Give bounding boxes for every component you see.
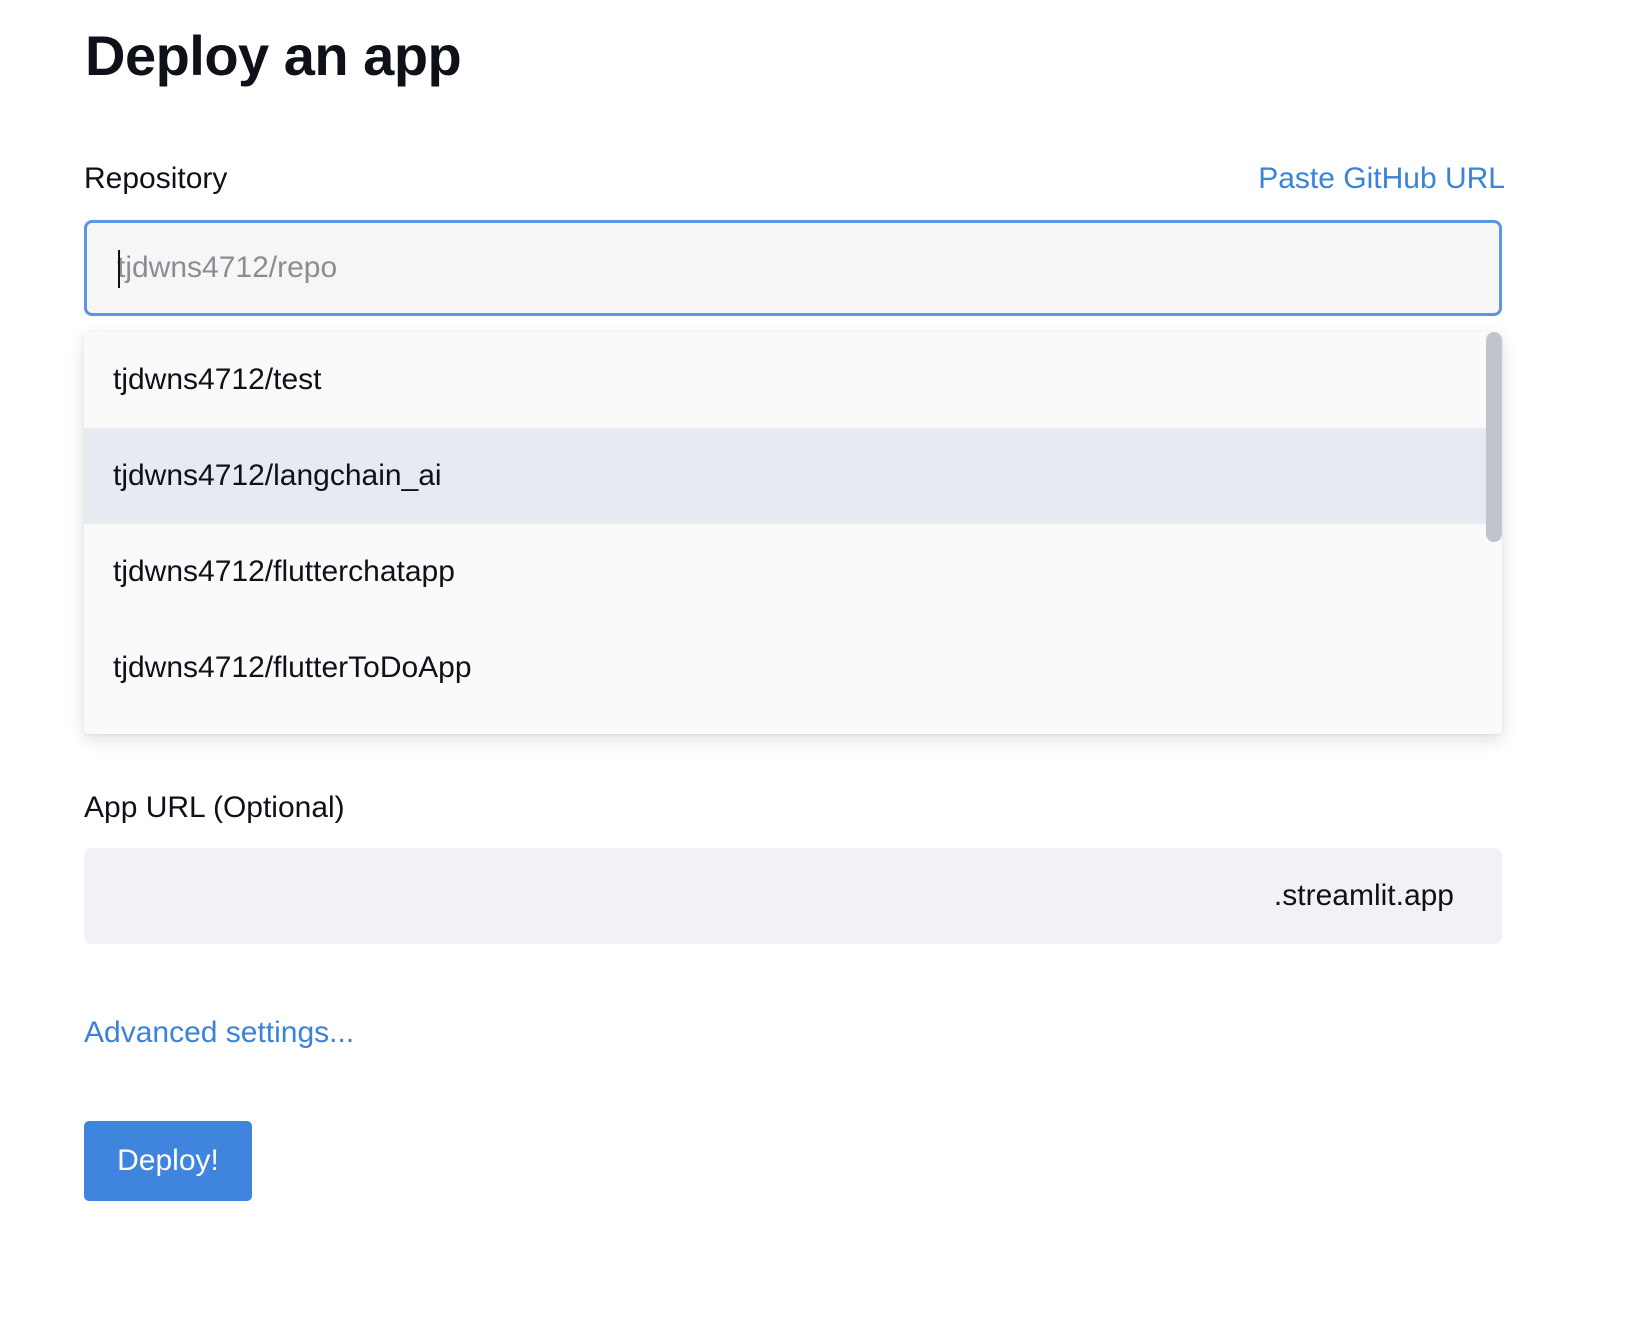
deploy-app-page: Deploy an app Repository Paste GitHub UR… [0,0,1638,1320]
repository-input-container [84,220,1502,316]
app-url-field[interactable]: .streamlit.app [84,848,1502,944]
repository-input[interactable] [87,223,1499,313]
dropdown-scrollbar[interactable] [1486,332,1502,734]
dropdown-option-flutterchatapp[interactable]: tjdwns4712/flutterchatapp [84,524,1486,620]
deploy-button[interactable]: Deploy! [84,1121,252,1201]
dropdown-option-langchain-ai[interactable]: tjdwns4712/langchain_ai [84,428,1486,524]
text-caret [118,250,120,288]
app-url-label: App URL (Optional) [84,791,345,824]
dropdown-option-test[interactable]: tjdwns4712/test [84,332,1486,428]
dropdown-scrollbar-thumb[interactable] [1486,332,1502,542]
repository-dropdown: tjdwns4712/test tjdwns4712/langchain_ai … [84,332,1502,734]
dropdown-option-fluttertodoapp[interactable]: tjdwns4712/flutterToDoApp [84,620,1486,716]
repository-label: Repository [84,162,228,195]
paste-github-url-link[interactable]: Paste GitHub URL [1258,160,1505,198]
advanced-settings-link[interactable]: Advanced settings... [84,1014,354,1052]
page-title: Deploy an app [85,24,462,87]
app-url-suffix: .streamlit.app [1273,879,1454,912]
